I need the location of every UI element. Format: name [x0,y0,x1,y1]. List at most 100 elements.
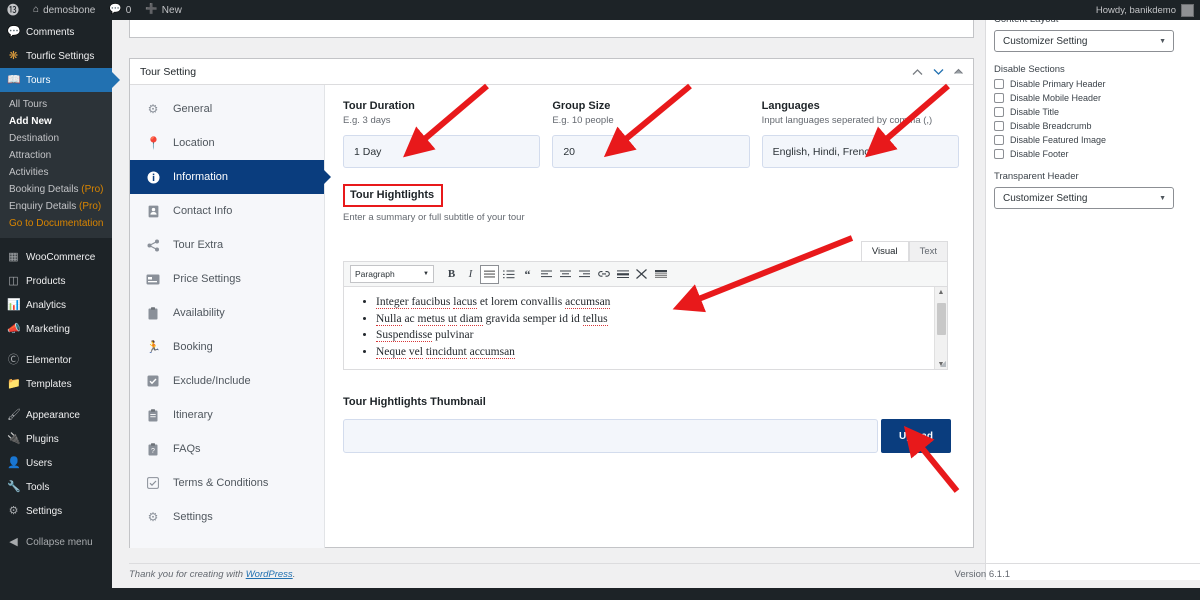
sidebar-item-templates[interactable]: 📁 Templates [0,372,112,396]
editor-content-area[interactable]: Integer faucibus lacus et lorem convalli… [343,287,948,370]
tab-exclude-include[interactable]: Exclude/Include [130,364,324,398]
tab-location[interactable]: 📍 Location [130,126,324,160]
sidebar-item-label: Marketing [26,323,70,335]
top-partial-panel [129,20,974,38]
checkbox-disable-footer[interactable]: Disable Footer [994,149,1184,159]
sidebar-item-tourfic-settings[interactable]: ❋ Tourfic Settings [0,44,112,68]
checkbox-icon[interactable] [994,93,1004,103]
checkbox-label: Disable Breadcrumb [1010,121,1092,131]
sidebar-item-tools[interactable]: 🔧 Tools [0,475,112,499]
sidebar-item-settings[interactable]: ⚙ Settings [0,499,112,523]
site-name-menu[interactable]: ⌂ demosbone [26,0,102,20]
checkbox-disable-featured-image[interactable]: Disable Featured Image [994,135,1184,145]
transparent-header-select[interactable]: Customizer Setting ▼ [994,187,1174,209]
checkbox-icon[interactable] [994,79,1004,89]
blockquote-icon[interactable]: “ [518,265,537,284]
submenu-item-attraction[interactable]: Attraction [0,147,112,164]
editor-tab-visual[interactable]: Visual [860,241,909,261]
submenu-item-documentation[interactable]: Go to Documentation [0,215,112,232]
numbered-list-icon[interactable] [499,265,518,284]
paragraph-format-select[interactable]: Paragraph ▼ [350,265,434,283]
submenu-item-add-new[interactable]: Add New [0,113,112,130]
resize-handle-icon[interactable]: ◢ [940,360,946,368]
thumbnail-input[interactable] [343,419,878,453]
tab-settings[interactable]: ⚙ Settings [130,500,324,534]
sidebar-item-plugins[interactable]: 🔌 Plugins [0,427,112,451]
bulleted-list-icon[interactable] [480,264,499,284]
checkbox-disable-primary-header[interactable]: Disable Primary Header [994,79,1184,89]
tab-terms-conditions[interactable]: Terms & Conditions [130,466,324,500]
tab-itinerary[interactable]: Itinerary [130,398,324,432]
sidebar-item-users[interactable]: 👤 Users [0,451,112,475]
fullscreen-icon[interactable] [632,265,651,284]
editor-scrollbar[interactable]: ▲ ▼ [934,287,947,369]
editor-tab-text[interactable]: Text [908,241,948,261]
languages-input[interactable]: English, Hindi, French [761,135,959,168]
checkbox-disable-mobile-header[interactable]: Disable Mobile Header [994,93,1184,103]
gear-icon: ⚙ [147,102,159,116]
italic-icon[interactable]: I [461,265,480,284]
sidebar-item-analytics[interactable]: 📊 Analytics [0,293,112,317]
collapse-menu-button[interactable]: ◀ Collapse menu [0,530,112,554]
pro-badge: (Pro) [81,184,104,195]
transparent-header-value: Customizer Setting [1003,192,1088,204]
tab-label: Location [173,137,215,149]
tab-tour-extra[interactable]: Tour Extra [130,228,324,262]
wp-admin-bar: ⓭ ⌂ demosbone 💬 0 ➕ New Howdy, banikdemo [0,0,1200,20]
sidebar-item-comments[interactable]: 💬 Comments [0,20,112,44]
checkbox-icon[interactable] [994,107,1004,117]
sidebar-item-appearance[interactable]: 🖌 Appearance [0,403,112,427]
align-right-icon[interactable] [575,265,594,284]
tour-duration-input[interactable]: 1 Day [343,135,541,168]
submenu-item-activities[interactable]: Activities [0,164,112,181]
submenu-item-enquiry-details[interactable]: Enquiry Details (Pro) [0,198,112,215]
move-down-icon[interactable] [933,68,944,76]
comments-menu[interactable]: 💬 0 [102,0,138,20]
scroll-up-icon[interactable]: ▲ [938,287,945,298]
checkbox-icon[interactable] [994,121,1004,131]
sidebar-item-products[interactable]: ◫ Products [0,269,112,293]
bold-icon[interactable]: B [442,265,461,284]
chevron-down-icon: ▼ [1159,37,1166,45]
wordpress-link[interactable]: WordPress [246,569,293,580]
tab-price-settings[interactable]: Price Settings [130,262,324,296]
sidebar-item-tours[interactable]: 📖 Tours [0,68,120,92]
tab-information[interactable]: Information [130,160,331,194]
tab-label: Itinerary [173,409,213,421]
read-more-icon[interactable] [613,265,632,284]
plus-icon: ➕ [145,4,158,15]
field-label: Tour Duration [343,100,415,112]
content-layout-select[interactable]: Customizer Setting ▼ [994,30,1174,52]
align-center-icon[interactable] [556,265,575,284]
new-content-menu[interactable]: ➕ New [138,0,188,20]
toggle-panel-icon[interactable] [954,68,963,75]
move-up-icon[interactable] [912,68,923,76]
tab-general[interactable]: ⚙ General [130,92,324,126]
submenu-item-all-tours[interactable]: All Tours [0,96,112,113]
link-icon[interactable] [594,265,613,284]
submenu-item-destination[interactable]: Destination [0,130,112,147]
scrollbar-thumb[interactable] [937,303,946,335]
tab-availability[interactable]: Availability [130,296,324,330]
upload-button[interactable]: Upload [881,419,951,453]
field-description: E.g. 3 days [343,115,391,126]
sidebar-item-elementor[interactable]: Ⓒ Elementor [0,348,112,372]
howdy-label: Howdy, banikdemo [1095,4,1176,16]
tab-contact-info[interactable]: Contact Info [130,194,324,228]
align-left-icon[interactable] [537,265,556,284]
sidebar-item-marketing[interactable]: 📣 Marketing [0,317,112,341]
wp-logo-menu[interactable]: ⓭ [0,0,26,20]
submenu-item-booking-details[interactable]: Booking Details (Pro) [0,181,112,198]
checkbox-icon[interactable] [994,149,1004,159]
account-menu[interactable]: Howdy, banikdemo [1095,3,1200,17]
checkbox-disable-title[interactable]: Disable Title [994,107,1184,117]
checkbox-icon[interactable] [994,135,1004,145]
checkbox-disable-breadcrumb[interactable]: Disable Breadcrumb [994,121,1184,131]
toolbar-toggle-icon[interactable] [651,265,670,284]
sidebar-item-woocommerce[interactable]: ▦ WooCommerce [0,245,112,269]
sidebar-item-label: Appearance [26,409,80,421]
group-size-input[interactable]: 20 [552,135,750,168]
tab-faqs[interactable]: ? FAQs [130,432,324,466]
tab-booking[interactable]: 🏃 Booking [130,330,324,364]
list-item: Integer faucibus lacus et lorem convalli… [376,294,947,311]
